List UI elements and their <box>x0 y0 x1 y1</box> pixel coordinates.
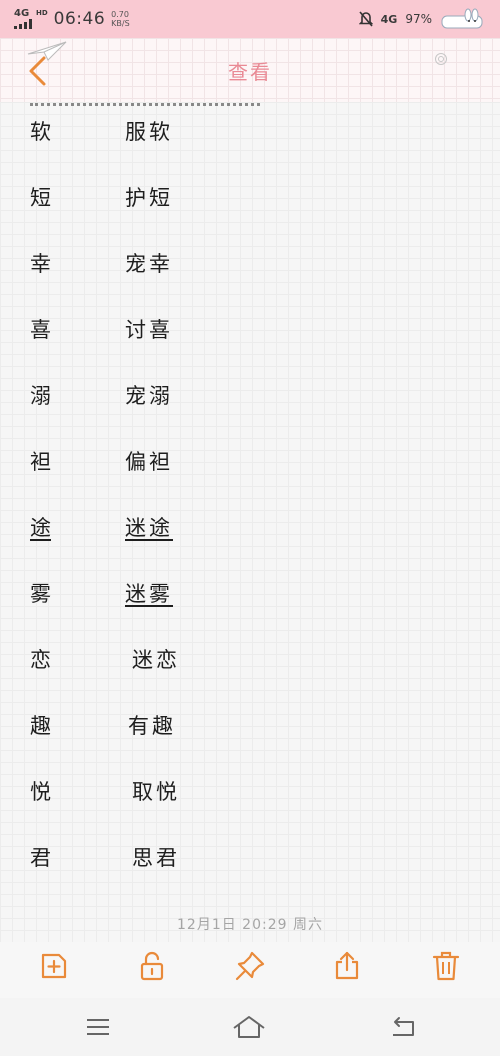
page-title: 查看 <box>228 60 272 84</box>
unlock-icon <box>140 951 164 981</box>
mute-icon <box>358 11 373 27</box>
signal-icon <box>14 19 32 29</box>
list-item: 溺 宠溺 <box>0 380 500 414</box>
share-button[interactable] <box>327 946 367 986</box>
trash-icon <box>432 951 460 981</box>
list-item: 短 护短 <box>0 182 500 216</box>
entry-word: 护短 <box>125 186 173 210</box>
swirl-icon <box>435 53 447 65</box>
pin-button[interactable] <box>230 946 270 986</box>
entry-char: 途 <box>30 516 51 540</box>
entry-word: 迷雾 <box>125 582 173 606</box>
cut-off-text-line <box>30 102 260 106</box>
add-note-button[interactable] <box>34 946 74 986</box>
list-item: 途 迷途 <box>0 512 500 546</box>
entry-word: 迷恋 <box>132 648 180 672</box>
network-type-right: 4G <box>380 12 398 26</box>
network-indicator: 4G <box>14 9 36 29</box>
entry-char: 雾 <box>30 582 51 606</box>
status-bar: 4G HD 06:46 0.70 KB/S 4G 97% <box>0 0 500 38</box>
home-icon <box>233 1016 265 1038</box>
entry-word: 讨喜 <box>125 318 173 342</box>
back-icon <box>393 1017 414 1036</box>
network-type: 4G <box>14 8 30 19</box>
note-toolbar <box>0 944 500 994</box>
list-item: 趣 有趣 <box>0 710 500 744</box>
entry-word: 宠溺 <box>125 384 173 408</box>
entry-char: 软 <box>30 120 51 144</box>
entry-word: 取悦 <box>132 780 180 804</box>
entry-word: 思君 <box>132 846 180 870</box>
speed-value: 0.70 <box>111 10 129 19</box>
note-header: 查看 <box>0 38 500 102</box>
menu-icon <box>87 1019 109 1035</box>
lock-button[interactable] <box>132 946 172 986</box>
share-icon <box>335 951 359 980</box>
note-content[interactable]: 软 服软 短 护短 幸 宠幸 喜 讨喜 溺 宠溺 袒 偏袒 途 迷途 雾 迷雾 … <box>0 102 500 942</box>
system-nav-bar <box>0 998 500 1056</box>
note-timestamp: 12月1日 20:29 周六 <box>177 917 323 933</box>
back-button[interactable] <box>386 1012 420 1042</box>
entry-char: 君 <box>30 846 51 870</box>
network-sub: HD <box>36 9 48 17</box>
list-item: 软 服软 <box>0 116 500 150</box>
entry-word: 迷途 <box>125 516 173 540</box>
list-item: 幸 宠幸 <box>0 248 500 282</box>
entry-char: 溺 <box>30 384 51 408</box>
entry-word: 宠幸 <box>125 252 173 276</box>
entry-char: 短 <box>30 186 51 210</box>
add-note-icon <box>41 953 67 979</box>
entry-char: 袒 <box>30 450 51 474</box>
entry-char: 幸 <box>30 252 51 276</box>
list-item: 悦 取悦 <box>0 776 500 810</box>
entry-char: 喜 <box>30 318 51 342</box>
status-time: 06:46 <box>53 9 106 29</box>
entry-word: 服软 <box>125 120 173 144</box>
entry-char: 趣 <box>30 714 51 738</box>
list-item: 袒 偏袒 <box>0 446 500 480</box>
entry-word: 有趣 <box>128 714 176 738</box>
entry-char: 悦 <box>30 780 51 804</box>
pin-icon <box>235 951 265 981</box>
list-item: 喜 讨喜 <box>0 314 500 348</box>
home-button[interactable] <box>232 1012 266 1042</box>
list-item: 君 思君 <box>0 842 500 876</box>
menu-button[interactable] <box>81 1012 115 1042</box>
battery-level: 97% <box>405 12 432 26</box>
entry-word: 偏袒 <box>125 450 173 474</box>
delete-button[interactable] <box>426 946 466 986</box>
entry-char: 恋 <box>30 648 51 672</box>
bunny-battery-icon <box>441 8 483 29</box>
speed-unit: KB/S <box>111 19 130 28</box>
list-item: 恋 迷恋 <box>0 644 500 678</box>
list-item: 雾 迷雾 <box>0 578 500 612</box>
